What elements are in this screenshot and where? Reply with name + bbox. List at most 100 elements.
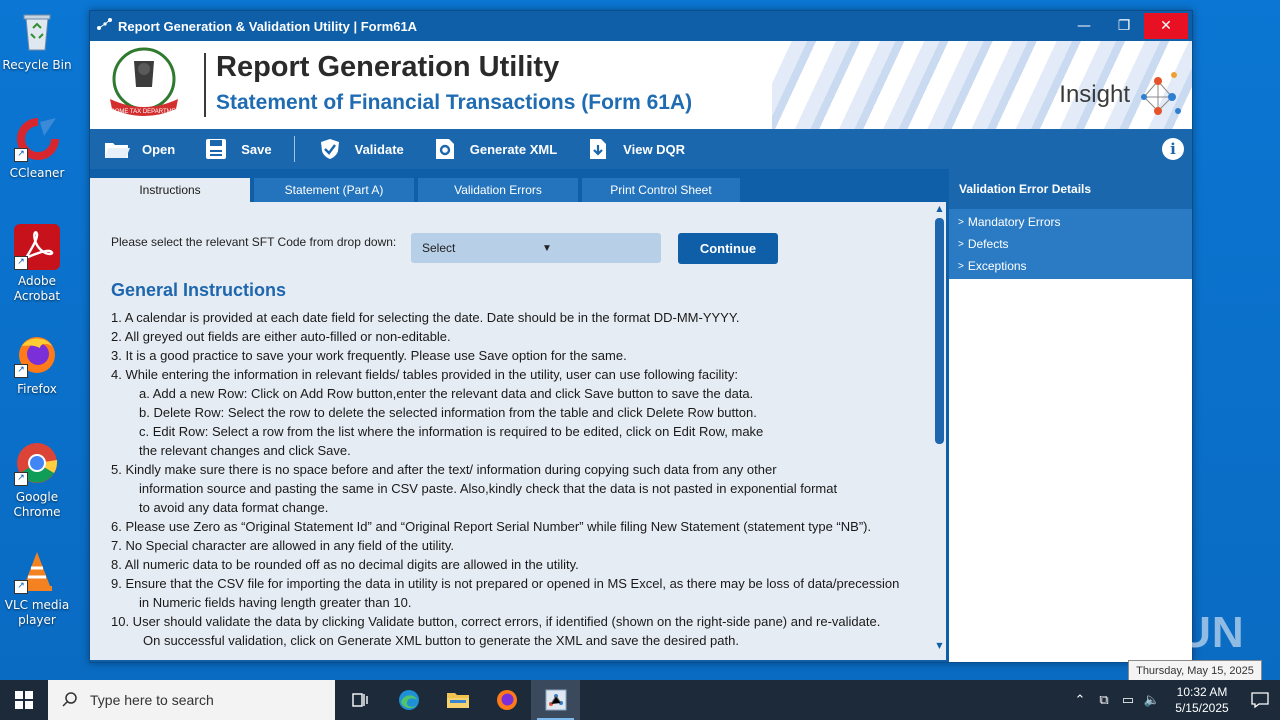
- app-window: Report Generation & Validation Utility |…: [89, 10, 1193, 663]
- instruction-line: information source and pasting the same …: [139, 481, 838, 496]
- minimize-button[interactable]: —: [1064, 11, 1104, 41]
- tab-validation-errors[interactable]: Validation Errors: [418, 178, 578, 202]
- vertical-scroll-thumb[interactable]: [935, 218, 944, 444]
- instruction-line: 8. All numeric data to be rounded off as…: [111, 557, 579, 572]
- shield-check-icon: [317, 137, 343, 161]
- volume-icon[interactable]: 🔈: [1140, 692, 1164, 708]
- window-title: Report Generation & Validation Utility |…: [118, 18, 418, 34]
- general-instructions-heading: General Instructions: [111, 280, 287, 300]
- validation-error-header: Validation Error Details: [949, 169, 1192, 209]
- taskbar-search-box[interactable]: Type here to search: [48, 680, 335, 720]
- search-icon: [62, 691, 78, 710]
- date-tooltip: Thursday, May 15, 2025: [1128, 660, 1262, 681]
- validate-button[interactable]: Validate: [303, 129, 418, 169]
- adobe-acrobat-icon: ↗: [14, 224, 60, 270]
- maximize-button[interactable]: ❐: [1104, 11, 1144, 41]
- view-dqr-button[interactable]: View DQR: [571, 129, 699, 169]
- notification-icon: [1251, 692, 1269, 708]
- svg-text:INCOME TAX DEPARTMENT: INCOME TAX DEPARTMENT: [104, 109, 184, 115]
- scroll-up-icon[interactable]: ▲: [933, 203, 946, 215]
- toolbar-separator: [293, 136, 295, 162]
- start-button[interactable]: [0, 680, 48, 720]
- app-network-icon: [96, 17, 118, 35]
- desktop-icon-firefox[interactable]: ↗ Firefox: [0, 332, 74, 397]
- recycle-bin-icon: [14, 8, 60, 54]
- system-tray: ⌃ ⧉ ▭ 🔈 10:32 AM 5/15/2025: [1068, 680, 1280, 720]
- save-button[interactable]: Save: [189, 129, 285, 169]
- instruction-line: 3. It is a good practice to save your wo…: [111, 348, 627, 363]
- instruction-line: c. Edit Row: Select a row from the list …: [139, 424, 764, 439]
- folder-icon: [446, 693, 469, 708]
- chevron-right-icon: >: [958, 238, 964, 250]
- task-view-button[interactable]: [335, 680, 384, 720]
- tree-item-defects[interactable]: > Defects: [949, 233, 1192, 255]
- generate-xml-button[interactable]: Generate XML: [418, 129, 571, 169]
- desktop-icon-recycle-bin[interactable]: Recycle Bin: [0, 8, 74, 73]
- content-area: Instructions Statement (Part A) Validati…: [90, 169, 1192, 662]
- sft-code-dropdown[interactable]: Select ▼: [411, 233, 661, 263]
- desktop-icon-adobe-acrobat[interactable]: ↗ Adobe Acrobat: [0, 224, 74, 304]
- validation-error-panel: Validation Error Details > Mandatory Err…: [949, 169, 1192, 662]
- firefox-icon: ↗: [14, 332, 60, 378]
- open-button[interactable]: Open: [90, 129, 189, 169]
- taskbar-report-utility[interactable]: [531, 680, 580, 720]
- taskbar: Type here to search ⌃ ⧉ ▭ 🔈 10:32 AM 5/1…: [0, 680, 1280, 720]
- income-tax-emblem-icon: INCOME TAX DEPARTMENT: [100, 47, 188, 123]
- device-icon[interactable]: ⧉: [1092, 692, 1116, 708]
- tab-print-control-sheet[interactable]: Print Control Sheet: [582, 178, 740, 202]
- instruction-line: 4. While entering the information in rel…: [111, 367, 738, 382]
- taskbar-edge[interactable]: [384, 680, 433, 720]
- clock-date: 5/15/2025: [1175, 701, 1229, 715]
- save-disk-icon: [203, 137, 229, 161]
- taskbar-firefox[interactable]: [482, 680, 531, 720]
- shortcut-arrow-icon: ↗: [14, 580, 28, 594]
- tree-item-exceptions[interactable]: > Exceptions: [949, 255, 1192, 277]
- desktop-icon-ccleaner[interactable]: ↗ CCleaner: [0, 116, 74, 181]
- instruction-line: 1. A calendar is provided at each date f…: [111, 310, 740, 325]
- sft-code-selected-value: Select: [422, 241, 456, 255]
- edge-icon: [398, 690, 419, 710]
- banner-title: Report Generation Utility: [216, 51, 560, 83]
- window-titlebar[interactable]: Report Generation & Validation Utility |…: [90, 11, 1192, 41]
- banner-subtitle: Statement of Financial Transactions (For…: [216, 91, 693, 114]
- instruction-line: 6. Please use Zero as “Original Statemen…: [111, 519, 872, 534]
- scroll-down-icon[interactable]: ▼: [933, 640, 946, 652]
- tree-item-mandatory-errors[interactable]: > Mandatory Errors: [949, 211, 1192, 233]
- info-icon[interactable]: i: [1162, 138, 1184, 160]
- firefox-icon: [496, 690, 517, 710]
- chevron-up-icon[interactable]: ⌃: [1068, 692, 1092, 708]
- instruction-line: 5. Kindly make sure there is no space be…: [111, 462, 777, 477]
- close-button[interactable]: ✕: [1144, 13, 1188, 39]
- instruction-line: 9. Ensure that the CSV file for importin…: [111, 576, 900, 591]
- main-toolbar: Open Save Validate Generate XML View DQR…: [90, 129, 1192, 169]
- vertical-scrollbar[interactable]: ▲ ▼: [933, 202, 946, 660]
- validation-error-tree: > Mandatory Errors > Defects > Exception…: [949, 209, 1192, 279]
- notification-button[interactable]: [1240, 680, 1280, 720]
- tab-bar: Instructions Statement (Part A) Validati…: [90, 178, 744, 202]
- instruction-line: b. Delete Row: Select the row to delete …: [139, 405, 757, 420]
- insight-logo: Insight: [1059, 67, 1182, 123]
- sft-code-label: Please select the relevant SFT Code from…: [111, 235, 397, 249]
- instruction-line: 7. No Special character are allowed in a…: [111, 538, 454, 553]
- chevron-right-icon: >: [958, 260, 964, 272]
- tab-statement-part-a[interactable]: Statement (Part A): [254, 178, 414, 202]
- continue-button[interactable]: Continue: [678, 233, 778, 264]
- desktop-icon-vlc[interactable]: ↗ VLC media player: [0, 548, 74, 628]
- insight-network-icon: [1141, 72, 1181, 115]
- desktop-icon-google-chrome[interactable]: ↗ Google Chrome: [0, 440, 74, 520]
- search-placeholder: Type here to search: [90, 692, 214, 708]
- chevron-right-icon: >: [958, 216, 964, 228]
- file-gear-icon: [432, 137, 458, 161]
- taskbar-file-explorer[interactable]: [433, 680, 482, 720]
- shortcut-arrow-icon: ↗: [14, 148, 28, 162]
- insight-logo-text: Insight: [1059, 81, 1130, 108]
- report-utility-icon: [545, 689, 566, 711]
- task-view-icon: [351, 693, 368, 707]
- vlc-icon: ↗: [14, 548, 60, 594]
- tab-instructions[interactable]: Instructions: [90, 178, 250, 202]
- instruction-line: in Numeric fields having length greater …: [139, 595, 412, 610]
- ccleaner-icon: ↗: [14, 116, 60, 162]
- taskbar-clock[interactable]: 10:32 AM 5/15/2025: [1170, 684, 1234, 716]
- anyrun-watermark: ANY RUN: [1038, 608, 1245, 657]
- network-icon[interactable]: ▭: [1116, 692, 1140, 708]
